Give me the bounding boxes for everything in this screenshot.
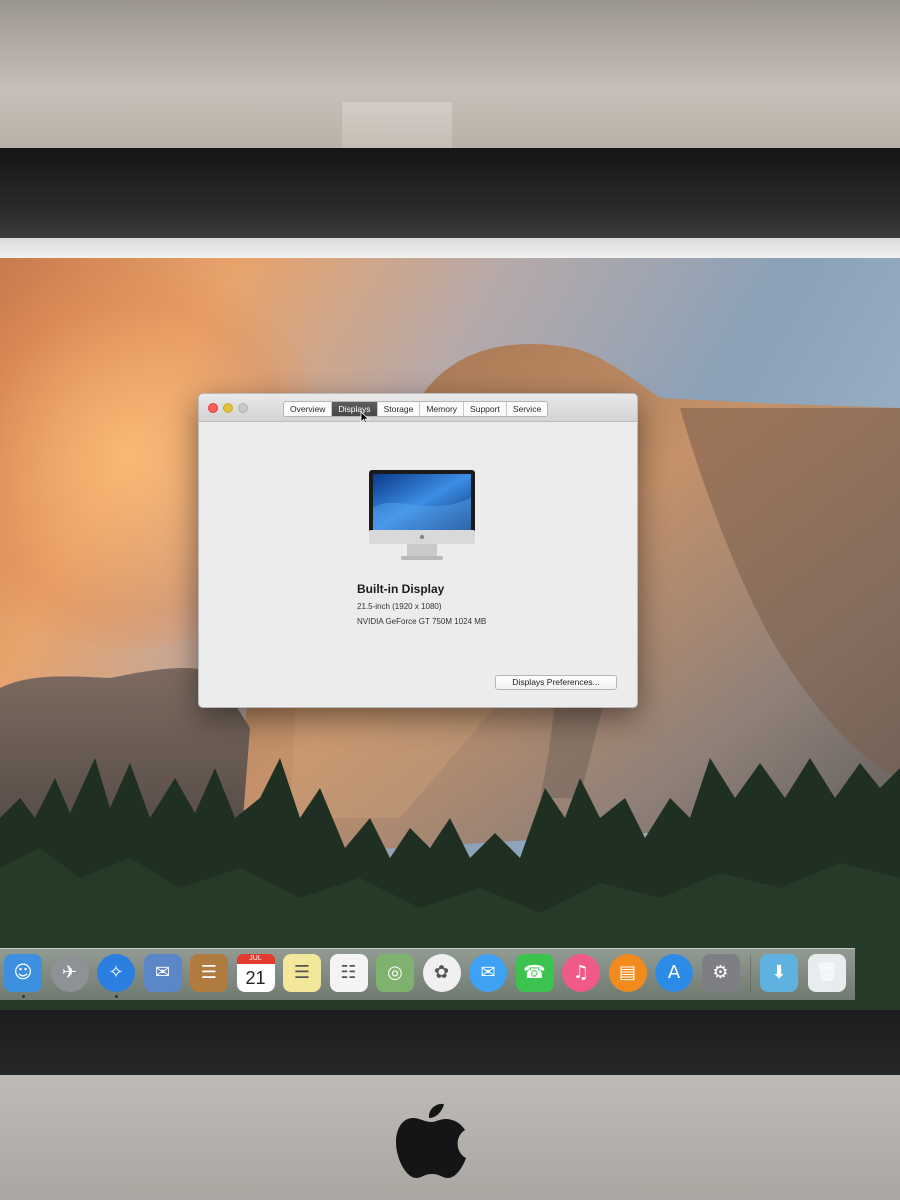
- segmented-tabs: Overview Displays Storage Memory Support…: [283, 401, 549, 417]
- minimize-button[interactable]: [223, 403, 233, 413]
- display-name: Built-in Display: [357, 582, 445, 596]
- notes-icon[interactable]: ☰: [283, 954, 321, 992]
- photos-glyph: ✿: [433, 962, 450, 983]
- calendar-day: 21: [245, 968, 266, 988]
- downloads-icon[interactable]: ⬇: [760, 954, 798, 992]
- itunes-icon[interactable]: ♫: [562, 954, 600, 992]
- launchpad-icon[interactable]: ✈: [50, 954, 89, 992]
- facetime-glyph: ☎: [523, 962, 546, 983]
- camera-area: [342, 102, 452, 150]
- displays-preferences-button[interactable]: Displays Preferences...: [495, 675, 617, 690]
- screen-edge: [0, 238, 900, 260]
- displays-pane: Built-in Display 21.5-inch (1920 x 1080)…: [199, 422, 637, 707]
- graphics-card: NVIDIA GeForce GT 750M 1024 MB: [357, 617, 487, 626]
- imac-top-bezel: [0, 148, 900, 240]
- finder-icon[interactable]: ☺: [4, 954, 42, 992]
- system-preferences-glyph: ⚙: [712, 962, 729, 983]
- messages-icon[interactable]: ✉: [469, 954, 507, 992]
- tab-overview[interactable]: Overview: [284, 402, 333, 416]
- running-indicator: [114, 995, 118, 998]
- finder-glyph: ☺: [13, 962, 33, 983]
- imac-bottom-bezel: [0, 1010, 900, 1080]
- trash-icon[interactable]: 🗑: [808, 954, 846, 992]
- tab-memory[interactable]: Memory: [420, 402, 465, 416]
- app-store-icon[interactable]: A: [655, 954, 693, 992]
- running-indicator: [21, 995, 25, 998]
- calendar-month: JUL: [236, 954, 275, 964]
- itunes-glyph: ♫: [572, 962, 590, 983]
- launchpad-glyph: ✈: [61, 962, 78, 983]
- reminders-glyph: ☷: [340, 962, 357, 983]
- maps-icon[interactable]: ◎: [376, 954, 414, 992]
- downloads-glyph: ⬇: [771, 962, 787, 983]
- tab-storage[interactable]: Storage: [378, 402, 421, 416]
- photos-icon[interactable]: ✿: [422, 954, 461, 992]
- tab-support[interactable]: Support: [464, 402, 507, 416]
- apple-logo-icon: [396, 1103, 466, 1178]
- window-titlebar[interactable]: Overview Displays Storage Memory Support…: [199, 394, 637, 425]
- safari-glyph: ✧: [108, 962, 124, 983]
- imac-display-icon: [369, 470, 475, 560]
- maps-glyph: ◎: [387, 962, 403, 983]
- trash-glyph: 🗑: [815, 962, 839, 983]
- system-preferences-icon[interactable]: ⚙: [701, 954, 740, 992]
- display-resolution: 21.5-inch (1920 x 1080): [357, 602, 442, 611]
- facetime-icon[interactable]: ☎: [515, 954, 554, 992]
- reminders-icon[interactable]: ☷: [329, 954, 368, 992]
- close-button[interactable]: [208, 403, 218, 413]
- tab-displays[interactable]: Displays: [332, 402, 378, 416]
- ibooks-glyph: ▤: [618, 962, 636, 983]
- messages-glyph: ✉: [480, 962, 496, 983]
- dock-separator: [750, 955, 751, 993]
- about-this-mac-window: Overview Displays Storage Memory Support…: [198, 393, 638, 708]
- imac-chin: [0, 1075, 900, 1200]
- mail-icon[interactable]: ✉: [143, 954, 182, 992]
- mail-glyph: ✉: [154, 962, 171, 983]
- calendar-icon[interactable]: JUL 21: [236, 954, 275, 992]
- app-store-glyph: A: [667, 962, 681, 983]
- ibooks-icon[interactable]: ▤: [608, 954, 647, 992]
- dock: ☺ ✈ ✧ ✉ ☰ JUL 21 ☰ ☷ ◎ ✿ ✉ ☎ ♫ ▤ A ⚙ ⬇ 🗑: [0, 948, 855, 1000]
- zoom-button: [238, 403, 248, 413]
- contacts-icon[interactable]: ☰: [190, 954, 228, 992]
- notes-glyph: ☰: [293, 962, 311, 983]
- contacts-glyph: ☰: [200, 962, 218, 983]
- tab-service[interactable]: Service: [507, 402, 547, 416]
- safari-icon[interactable]: ✧: [97, 954, 135, 992]
